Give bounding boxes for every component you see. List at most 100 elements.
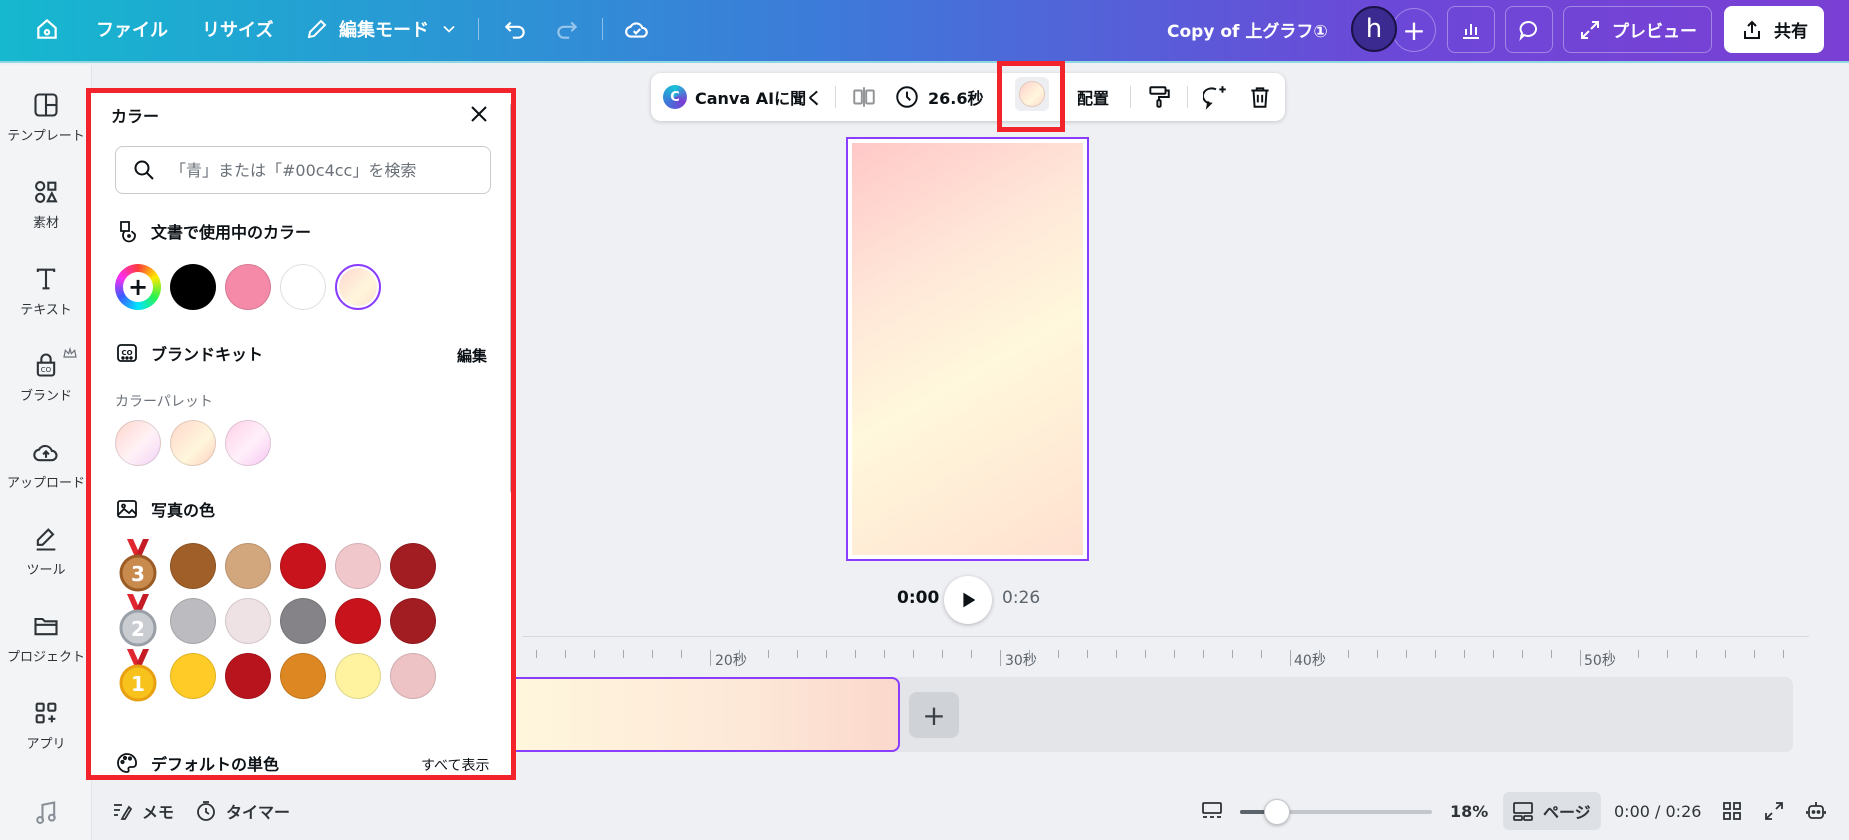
comments-button[interactable]	[1505, 6, 1553, 53]
color-search-box[interactable]	[115, 146, 491, 194]
ruler-tick	[1348, 650, 1349, 658]
add-color-button[interactable]: +	[115, 264, 161, 310]
add-comment-button[interactable]	[1203, 73, 1229, 121]
photo-color-swatch[interactable]	[280, 598, 326, 644]
brand-icon: CO	[36, 353, 56, 377]
palette-swatch[interactable]	[170, 420, 216, 466]
insights-button[interactable]	[1447, 6, 1495, 53]
sidebar-item-audio[interactable]	[0, 799, 92, 827]
save-status-button[interactable]	[624, 0, 650, 58]
page-clip[interactable]	[516, 677, 900, 752]
share-button[interactable]: 共有	[1724, 6, 1824, 53]
edit-mode-menu[interactable]: 編集モード	[305, 0, 459, 58]
ruler-tick	[1667, 650, 1668, 658]
sidebar-item-text[interactable]: テキスト	[0, 265, 92, 318]
copy-style-button[interactable]	[1146, 73, 1172, 121]
photo-color-swatch[interactable]	[390, 543, 436, 589]
photo-color-swatch[interactable]	[170, 653, 216, 699]
palette-swatch[interactable]	[225, 420, 271, 466]
sidebar-item-brand[interactable]: CO ブランド	[0, 346, 92, 404]
redo-button[interactable]	[554, 0, 580, 58]
document-title[interactable]: Copy of 上グラフ①	[1167, 0, 1328, 58]
home-icon	[37, 18, 57, 39]
fullscreen-button[interactable]	[1762, 793, 1786, 829]
photo-color-swatch[interactable]	[335, 543, 381, 589]
text-icon	[36, 268, 56, 290]
redo-icon	[557, 21, 578, 39]
doc-color-swatch[interactable]	[280, 264, 326, 310]
ask-canva-ai-button[interactable]: C Canva AIに聞く	[663, 73, 822, 121]
delete-button[interactable]	[1247, 73, 1273, 121]
split-button[interactable]	[851, 73, 877, 121]
fullscreen-icon	[1765, 802, 1783, 820]
notes-label: メモ	[142, 803, 175, 822]
zoom-slider-thumb[interactable]	[1264, 799, 1290, 825]
ruler-label: 20秒	[715, 653, 747, 669]
preview-label: プレビュー	[1612, 22, 1697, 42]
photo-color-swatch[interactable]	[170, 598, 216, 644]
sidebar-item-elements[interactable]: 素材	[0, 178, 92, 231]
grid-view-button[interactable]	[1720, 793, 1744, 829]
brand-kit-edit-link[interactable]: 編集	[457, 345, 487, 366]
sidebar-item-uploads[interactable]: アップロード	[0, 438, 92, 491]
timer-icon	[197, 801, 215, 821]
home-button[interactable]	[34, 0, 60, 58]
preview-button[interactable]: プレビュー	[1563, 6, 1712, 53]
sidebar-item-apps[interactable]: アプリ	[0, 699, 92, 752]
assistant-button[interactable]	[1804, 793, 1828, 829]
duration-button[interactable]: 26.6秒	[894, 73, 983, 121]
photo-color-swatch[interactable]	[280, 543, 326, 589]
photo-color-swatch[interactable]	[225, 653, 271, 699]
photo-color-swatch[interactable]	[280, 653, 326, 699]
default-solid-title: デフォルトの単色	[151, 755, 280, 774]
panel-scrollbar[interactable]	[510, 103, 511, 493]
avatar[interactable]: h	[1351, 6, 1397, 52]
photo-color-swatch[interactable]	[390, 598, 436, 644]
medal-3-icon: 3	[115, 539, 161, 593]
show-all-link[interactable]: すべて表示	[421, 755, 489, 775]
photo-color-swatch[interactable]	[390, 653, 436, 699]
photo-color-swatch[interactable]	[225, 598, 271, 644]
add-page-button[interactable]: +	[909, 692, 959, 738]
play-button[interactable]	[944, 576, 992, 624]
ruler-tick	[768, 650, 769, 658]
ruler-tick	[1145, 650, 1146, 658]
undo-button[interactable]	[502, 0, 528, 58]
sidebar-item-projects[interactable]: プロジェクト	[0, 612, 92, 665]
ruler-tick	[1754, 650, 1755, 658]
grid-view-toggle[interactable]	[1200, 793, 1224, 829]
ruler-tick	[1203, 650, 1204, 658]
color-panel: カラー 文書で使用中のカラー + CO ブランドキット 編集 カラーパレット 写…	[86, 88, 516, 780]
palette-swatch[interactable]	[115, 420, 161, 466]
paint-palette-icon	[117, 753, 137, 773]
background-color-button[interactable]	[1015, 77, 1049, 111]
photo-colors-title: 写真の色	[151, 501, 216, 520]
photo-color-swatch[interactable]	[335, 598, 381, 644]
top-bar: ファイル リサイズ 編集モード Copy of 上グラフ① + h プレビュー …	[0, 0, 1849, 63]
sidebar-item-tools[interactable]: ツール	[0, 525, 92, 578]
timer-button[interactable]: タイマー	[194, 793, 290, 829]
close-panel-button[interactable]	[463, 98, 495, 130]
photo-color-swatch[interactable]	[170, 543, 216, 589]
notes-button[interactable]: メモ	[110, 793, 174, 829]
svg-text:3: 3	[131, 562, 145, 586]
ruler-tick	[681, 650, 682, 658]
doc-color-swatch[interactable]	[170, 264, 216, 310]
doc-color-swatch-selected[interactable]	[335, 264, 381, 310]
file-menu[interactable]: ファイル	[96, 0, 168, 58]
sidebar-item-templates[interactable]: テンプレート	[0, 91, 92, 144]
doc-color-swatch[interactable]	[225, 264, 271, 310]
add-people-button[interactable]: +	[1392, 8, 1436, 52]
ruler-tick	[1029, 650, 1030, 658]
photo-color-swatch[interactable]	[335, 653, 381, 699]
ruler-tick	[1464, 650, 1465, 658]
photo-color-swatch[interactable]	[225, 543, 271, 589]
color-search-input[interactable]	[170, 160, 470, 180]
timer-label: タイマー	[226, 803, 291, 822]
palette-doc-icon	[120, 221, 136, 243]
resize-menu[interactable]: リサイズ	[202, 0, 273, 58]
zoom-percentage[interactable]: 18%	[1450, 793, 1488, 829]
position-button[interactable]: 配置	[1077, 73, 1109, 121]
pages-view-button[interactable]: ページ	[1511, 793, 1591, 829]
page-artboard[interactable]	[846, 137, 1089, 561]
